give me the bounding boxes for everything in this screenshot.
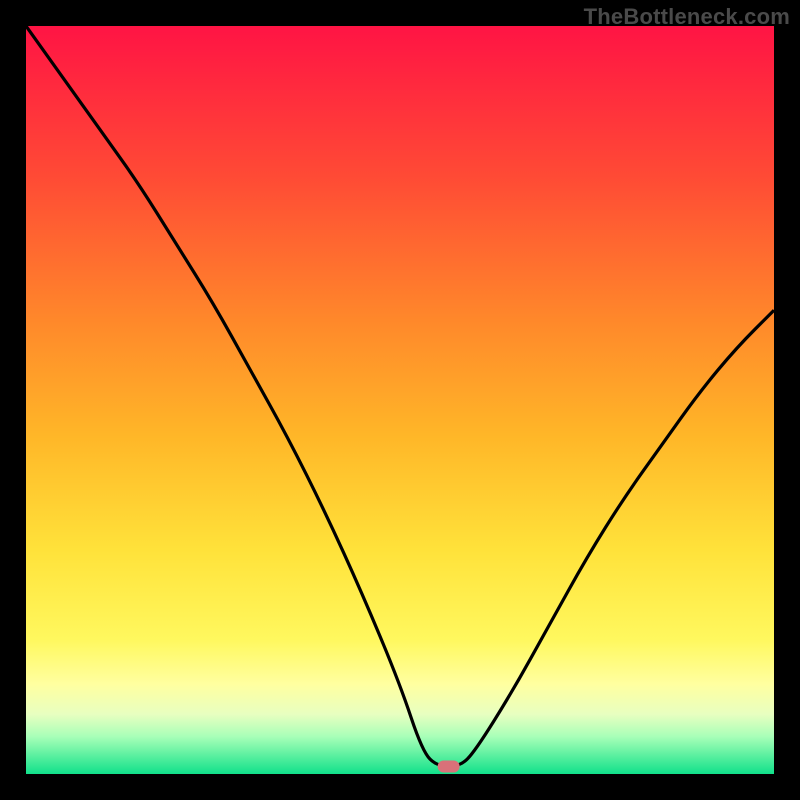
plot-area xyxy=(26,26,774,774)
marker-point xyxy=(438,761,460,773)
chart-frame: TheBottleneck.com xyxy=(0,0,800,800)
gradient-background xyxy=(26,26,774,774)
chart-svg xyxy=(26,26,774,774)
watermark-text: TheBottleneck.com xyxy=(584,4,790,30)
